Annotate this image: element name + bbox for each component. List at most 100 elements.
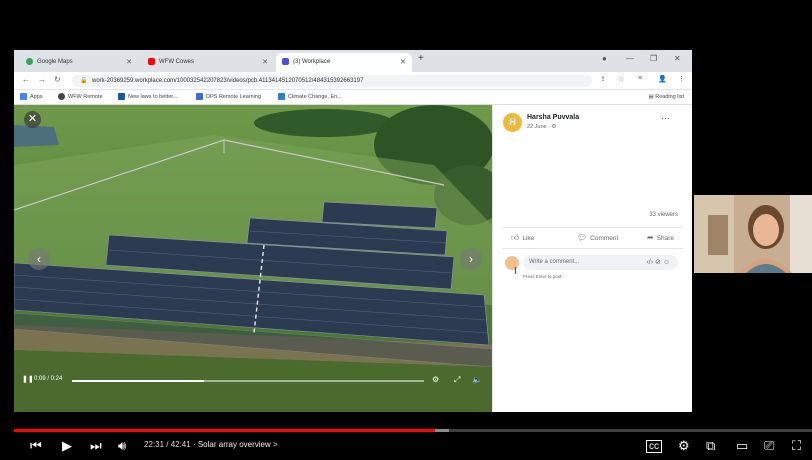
maps-pin-icon xyxy=(26,57,33,65)
close-video-icon[interactable]: ✕ xyxy=(24,111,41,128)
previous-icon[interactable]: ⏮ xyxy=(30,438,42,454)
restore-icon[interactable]: ❐ xyxy=(650,54,657,63)
new-tab-button[interactable]: + xyxy=(418,53,424,64)
previous-arrow-icon[interactable]: ‹ xyxy=(28,248,50,270)
bookmark-label: DPS Remote Learning xyxy=(206,94,262,100)
bookmark-label: New laws to better... xyxy=(128,94,178,100)
share-page-icon[interactable]: ⇪ xyxy=(600,75,606,83)
forward-icon[interactable]: → xyxy=(38,75,46,84)
back-icon[interactable]: ← xyxy=(22,75,30,84)
viewer-count: 33 viewers xyxy=(649,212,678,218)
comment-tools: ‹/› ⊘ ☺ xyxy=(646,255,670,270)
tab-google-maps[interactable]: Google Maps ✕ xyxy=(20,53,138,72)
author-avatar[interactable]: H xyxy=(503,113,522,132)
reading-list-button[interactable]: ▤ Reading list xyxy=(649,93,684,102)
bookmark-label: Apps xyxy=(30,94,43,100)
youtube-progress-bar[interactable] xyxy=(14,429,812,432)
webcam-overlay xyxy=(694,195,812,273)
bookmark-new-laws[interactable]: New laws to better... xyxy=(118,93,178,102)
account-icon[interactable]: 👤 xyxy=(658,75,667,83)
site-favicon-icon xyxy=(196,93,203,101)
miniplayer-icon[interactable]: ⧉ xyxy=(706,438,715,454)
address-bar-row: ← → ↻ 🔒 work-20369259.workplace.com/10003… xyxy=(14,72,692,90)
close-icon[interactable]: ✕ xyxy=(126,53,132,72)
more-options-icon[interactable]: ··· xyxy=(661,113,670,123)
globe-icon xyxy=(58,93,65,101)
comment-button[interactable]: 💬︎ Comment xyxy=(577,233,618,242)
url-field[interactable]: 🔒 work-20369259.workplace.com/10003254220… xyxy=(72,75,592,87)
bookmark-dps[interactable]: DPS Remote Learning xyxy=(196,93,261,102)
bookmark-climate[interactable]: Climate Change, En... xyxy=(278,93,342,102)
close-icon[interactable]: ✕ xyxy=(400,53,406,72)
like-label: Like xyxy=(522,235,535,242)
next-icon[interactable]: ⏭ xyxy=(90,438,102,454)
tab-bar: Google Maps ✕ WFW Cowes ✕ (3) Workplace ✕ +… xyxy=(14,50,692,72)
text-cursor-icon: I xyxy=(514,266,517,277)
attach-icon[interactable]: ⊘ xyxy=(655,259,661,266)
minimize-icon[interactable]: — xyxy=(626,54,634,63)
post-panel: H Harsha Puvvala 22 June · ⚙ ··· 33 view… xyxy=(492,105,692,412)
post-date: 22 June · ⚙ xyxy=(527,124,557,130)
tab-label: WFW Cowes xyxy=(159,59,194,65)
youtube-time-display: 22:31 / 42:41 · Solar array overview > xyxy=(144,440,278,449)
profile-icon[interactable]: ● xyxy=(602,54,607,63)
youtube-icon xyxy=(148,57,155,65)
url-text: work-20369259.workplace.com/100032542207… xyxy=(92,78,364,84)
chapter-title[interactable]: · Solar array overview > xyxy=(193,440,278,449)
comment-hint: Press Enter to post. xyxy=(523,274,563,279)
bookmark-star-icon[interactable]: ☆ xyxy=(618,75,624,83)
tab-wfw-cowes[interactable]: WFW Cowes ✕ xyxy=(142,53,274,72)
volume-icon[interactable]: 🔈 xyxy=(472,375,482,384)
fullscreen-icon[interactable]: ⛶ xyxy=(792,438,801,454)
menu-icon[interactable]: ⋮ xyxy=(678,75,685,83)
site-favicon-icon xyxy=(118,93,125,101)
gif-icon[interactable]: ‹/› xyxy=(646,259,653,266)
comment-label: Comment xyxy=(590,235,619,242)
apps-grid-icon xyxy=(20,93,27,101)
youtube-played-bar xyxy=(14,429,435,432)
settings-gear-icon[interactable]: ⚙ xyxy=(678,438,690,454)
comment-input[interactable]: Write a comment... ‹/› ⊘ ☺ xyxy=(523,255,678,270)
emoji-icon[interactable]: ☺ xyxy=(663,259,670,266)
tab-workplace[interactable]: (3) Workplace ✕ xyxy=(276,53,412,72)
video-progress-fill xyxy=(72,380,204,382)
reading-mode-icon[interactable]: ≡ xyxy=(638,75,642,82)
screen: Google Maps ✕ WFW Cowes ✕ (3) Workplace ✕ +… xyxy=(0,0,812,460)
bookmark-wfw-remote[interactable]: WFW Remote xyxy=(58,93,103,102)
video-controls: ❚❚ 0:09 / 0:24 ⚙ ⤢ 🔈 xyxy=(14,372,492,390)
like-button[interactable]: 👍︎ Like xyxy=(511,233,534,243)
video-time: 0:09 / 0:24 xyxy=(34,376,63,382)
bookmark-apps[interactable]: Apps xyxy=(20,93,43,102)
comment-placeholder: Write a comment... xyxy=(529,259,580,265)
share-button[interactable]: ➦ Share xyxy=(647,233,674,242)
tab-label: Google Maps xyxy=(37,59,73,65)
play-icon[interactable]: ▶ xyxy=(62,438,72,454)
author-name[interactable]: Harsha Puvvala xyxy=(527,114,579,121)
presenter-image xyxy=(694,195,812,273)
cast-icon[interactable]: ⎚ xyxy=(764,438,774,454)
divider xyxy=(503,248,683,249)
bookmark-label: Climate Change, En... xyxy=(288,94,342,100)
close-icon[interactable]: ✕ xyxy=(262,53,268,72)
user-avatar xyxy=(505,256,519,270)
browser-window: Google Maps ✕ WFW Cowes ✕ (3) Workplace ✕ +… xyxy=(14,50,692,412)
pause-icon[interactable]: ❚❚ xyxy=(22,375,34,383)
share-label: Share xyxy=(656,235,675,242)
reload-icon[interactable]: ↻ xyxy=(54,75,61,84)
video-player[interactable]: ✕ ‹ › ❚❚ 0:09 / 0:24 ⚙ ⤢ 🔈 xyxy=(14,105,492,412)
volume-icon[interactable]: 🔊︎ xyxy=(118,438,126,454)
theater-mode-icon[interactable]: ▭ xyxy=(736,438,748,454)
next-arrow-icon[interactable]: › xyxy=(460,248,482,270)
captions-icon[interactable]: cc xyxy=(646,440,662,453)
fullscreen-icon[interactable]: ⤢ xyxy=(454,375,460,385)
site-favicon-icon xyxy=(278,93,285,101)
workplace-icon xyxy=(282,57,289,65)
bookmarks-bar: Apps WFW Remote New laws to better... DP… xyxy=(14,90,692,105)
comment-bubble-icon: 💬︎ xyxy=(577,233,588,242)
youtube-time: 22:31 / 42:41 xyxy=(144,440,191,449)
lock-icon: 🔒 xyxy=(80,78,88,84)
close-window-icon[interactable]: ✕ xyxy=(674,54,681,63)
video-progress-bar[interactable] xyxy=(72,380,424,382)
bookmark-label: WFW Remote xyxy=(68,94,103,100)
settings-gear-icon[interactable]: ⚙ xyxy=(432,375,439,384)
